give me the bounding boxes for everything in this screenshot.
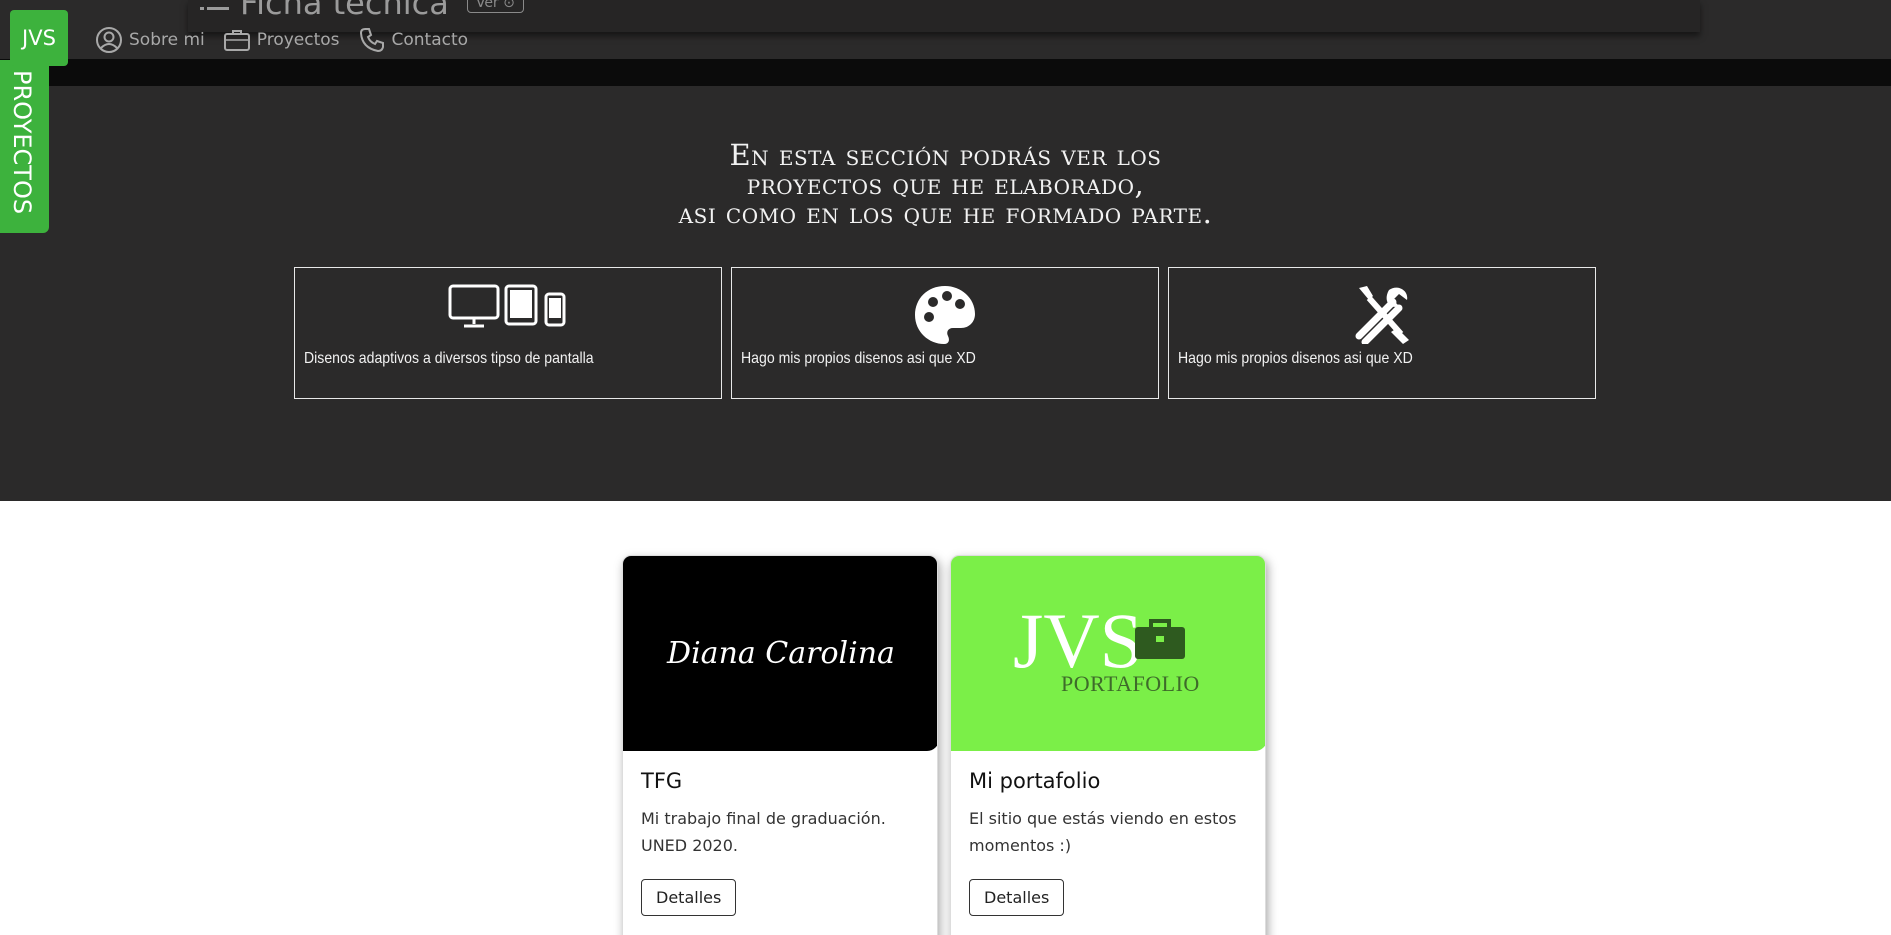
palette-icon <box>915 286 975 344</box>
site-logo[interactable]: JVS <box>10 10 68 66</box>
projects-hero: En esta sección podrás ver los proyectos… <box>0 86 1891 501</box>
ficha-tecnica-label: Ficha técnica <box>240 0 449 22</box>
ficha-tecnica-title: Ficha técnica Ver ⊙ <box>200 0 524 22</box>
side-tab-label: PROYECTOS <box>8 70 36 215</box>
tools-icon <box>1355 286 1409 344</box>
card-text: Mi trabajo final de graduación. UNED 202… <box>641 809 886 855</box>
phone-icon <box>359 28 384 53</box>
nav-item-sobre-mi[interactable]: Sobre mi <box>95 26 205 54</box>
project-cards: Diana Carolina TFG Mi trabajo final de g… <box>622 555 1266 935</box>
briefcase-icon <box>223 30 250 51</box>
nav-label-contacto: Contacto <box>391 30 469 50</box>
feature-text: Hago mis propios disenos asi que XD <box>1178 350 1413 367</box>
card-title: Mi portafolio <box>969 769 1101 793</box>
nav-label-proyectos: Proyectos <box>256 30 340 50</box>
hero-title-line: En esta sección podrás ver los <box>729 138 1162 172</box>
thumbnail-text: Diana Carolina <box>667 636 895 671</box>
hero-title: En esta sección podrás ver los proyectos… <box>0 141 1891 228</box>
briefcase-icon <box>1135 619 1185 659</box>
feature-box: Disenos adaptivos a diversos tipso de pa… <box>294 267 722 399</box>
project-thumbnail: Diana Carolina <box>623 556 937 751</box>
user-circle-icon <box>96 27 122 53</box>
main-nav: Sobre mi Proyectos Contacto <box>95 26 468 54</box>
feature-box: Hago mis propios disenos asi que XD <box>731 267 1159 399</box>
card-title: TFG <box>641 769 683 793</box>
project-thumbnail: JVS PORTAFOLIO <box>951 556 1265 751</box>
nav-item-contacto[interactable]: Contacto <box>358 26 469 54</box>
nav-item-proyectos[interactable]: Proyectos <box>223 26 340 54</box>
navbar-divider <box>0 59 1891 86</box>
feature-list: Disenos adaptivos a diversos tipso de pa… <box>294 267 1596 399</box>
devices-icon <box>448 284 566 328</box>
hero-title-line: proyectos que he elaborado, <box>746 167 1145 201</box>
feature-box: Hago mis propios disenos asi que XD <box>1168 267 1596 399</box>
hero-title-line: asi como en los que he formado parte. <box>678 196 1213 230</box>
nav-label-sobre-mi: Sobre mi <box>129 30 205 50</box>
details-button[interactable]: Detalles <box>969 879 1065 916</box>
feature-text: Hago mis propios disenos asi que XD <box>741 350 976 367</box>
feature-text: Disenos adaptivos a diversos tipso de pa… <box>304 350 594 367</box>
project-card: Diana Carolina TFG Mi trabajo final de g… <box>622 555 938 935</box>
thumbnail-subtitle: PORTAFOLIO <box>1061 671 1200 696</box>
ficha-ver-button[interactable]: Ver ⊙ <box>466 0 524 13</box>
details-button[interactable]: Detalles <box>641 879 737 916</box>
section-side-tab: PROYECTOS <box>0 60 49 233</box>
card-text: El sitio que estás viendo en estos momen… <box>969 809 1237 855</box>
list-icon <box>200 7 229 10</box>
project-card: JVS PORTAFOLIO Mi portafolio El sitio qu… <box>950 555 1266 935</box>
thumbnail-logo-text: JVS <box>1013 597 1144 684</box>
